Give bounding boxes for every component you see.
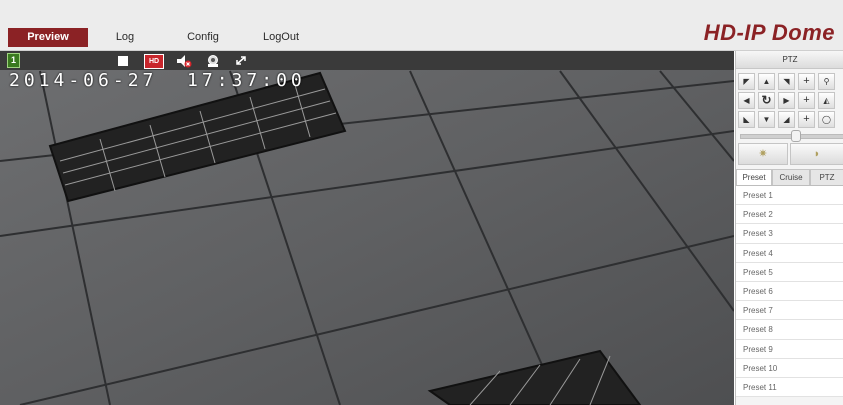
ptz-arrow-up-icon[interactable]: ▲ [758, 73, 775, 90]
preset-list: Preset 1 Preset 2 Preset 3 Preset 4 Preset 5… [736, 186, 843, 398]
preset-item[interactable]: Preset 10 [736, 358, 843, 378]
ptz-auto-rotate-icon[interactable]: ↻ [758, 92, 775, 109]
light-icon[interactable]: ✷ [738, 143, 788, 165]
ptz-plus-button[interactable]: + [798, 111, 815, 128]
subtab-cruise[interactable]: Cruise [772, 169, 810, 185]
ptz-arrow-down-icon[interactable]: ▼ [758, 111, 775, 128]
preset-item[interactable]: Preset 1 [736, 186, 843, 206]
mute-speaker-icon[interactable] [176, 54, 192, 68]
ptz-arrow-left-icon[interactable]: ◀ [738, 92, 755, 109]
hd-icon[interactable]: HD [144, 54, 164, 69]
ptz-focus-icon[interactable]: ◭ [818, 92, 835, 109]
camera-feed-image [0, 51, 734, 405]
top-nav-bar: Preview Log Config LogOut HD-IP Dome [0, 0, 843, 51]
video-preview[interactable]: 1 HD 2014-06-27 17:37:00 [0, 51, 734, 405]
preset-item[interactable]: Preset 2 [736, 205, 843, 225]
ptz-plus-button[interactable]: + [798, 73, 815, 90]
preset-subtabs: Preset Cruise PTZ [736, 169, 843, 186]
preset-item[interactable]: Preset 5 [736, 262, 843, 282]
snapshot-icon[interactable] [205, 54, 219, 67]
ptz-arrow-up-left-icon[interactable]: ◤ [738, 73, 755, 90]
wiper-icon[interactable]: ◗ [790, 143, 843, 165]
tab-log[interactable]: Log [92, 28, 158, 47]
channel-badge[interactable]: 1 [7, 53, 20, 68]
video-toolbar: 1 HD [0, 51, 734, 70]
fullscreen-icon[interactable] [234, 54, 248, 67]
preset-item[interactable]: Preset 3 [736, 224, 843, 244]
subtab-preset[interactable]: Preset [736, 169, 772, 185]
speed-slider-knob[interactable] [791, 130, 801, 142]
tab-config[interactable]: Config [170, 28, 236, 47]
preset-item[interactable]: Preset 8 [736, 320, 843, 340]
stop-icon[interactable] [116, 54, 130, 67]
tab-preview[interactable]: Preview [8, 28, 88, 47]
tab-logout[interactable]: LogOut [248, 28, 314, 47]
ptz-arrow-down-right-icon[interactable]: ◢ [778, 111, 795, 128]
ptz-zoom-in-icon[interactable]: ⚲ [818, 73, 835, 90]
ptz-panel-title: PTZ [736, 51, 843, 69]
brand-logo: HD-IP Dome [703, 20, 835, 45]
osd-timestamp: 2014-06-27 17:37:00 [9, 70, 306, 91]
preset-item[interactable]: Preset 11 [736, 377, 843, 398]
ptz-plus-button[interactable]: + [798, 92, 815, 109]
preset-item[interactable]: Preset 4 [736, 243, 843, 263]
ptz-arrow-right-icon[interactable]: ▶ [778, 92, 795, 109]
preset-item[interactable]: Preset 7 [736, 301, 843, 321]
ptz-iris-icon[interactable]: ◯ [818, 111, 835, 128]
ptz-arrow-up-right-icon[interactable]: ◥ [778, 73, 795, 90]
ptz-arrow-down-left-icon[interactable]: ◣ [738, 111, 755, 128]
ptz-side-panel: PTZ ◤ ▲ ◥ + ⚲ ◀ ↻ ▶ + ◭ ◣ ▼ ◢ + ◯ ✷ ◗ Preset Cruise PT… [735, 51, 843, 405]
preset-item[interactable]: Preset 9 [736, 339, 843, 359]
subtab-ptz[interactable]: PTZ [810, 169, 843, 185]
preset-item[interactable]: Preset 6 [736, 281, 843, 302]
